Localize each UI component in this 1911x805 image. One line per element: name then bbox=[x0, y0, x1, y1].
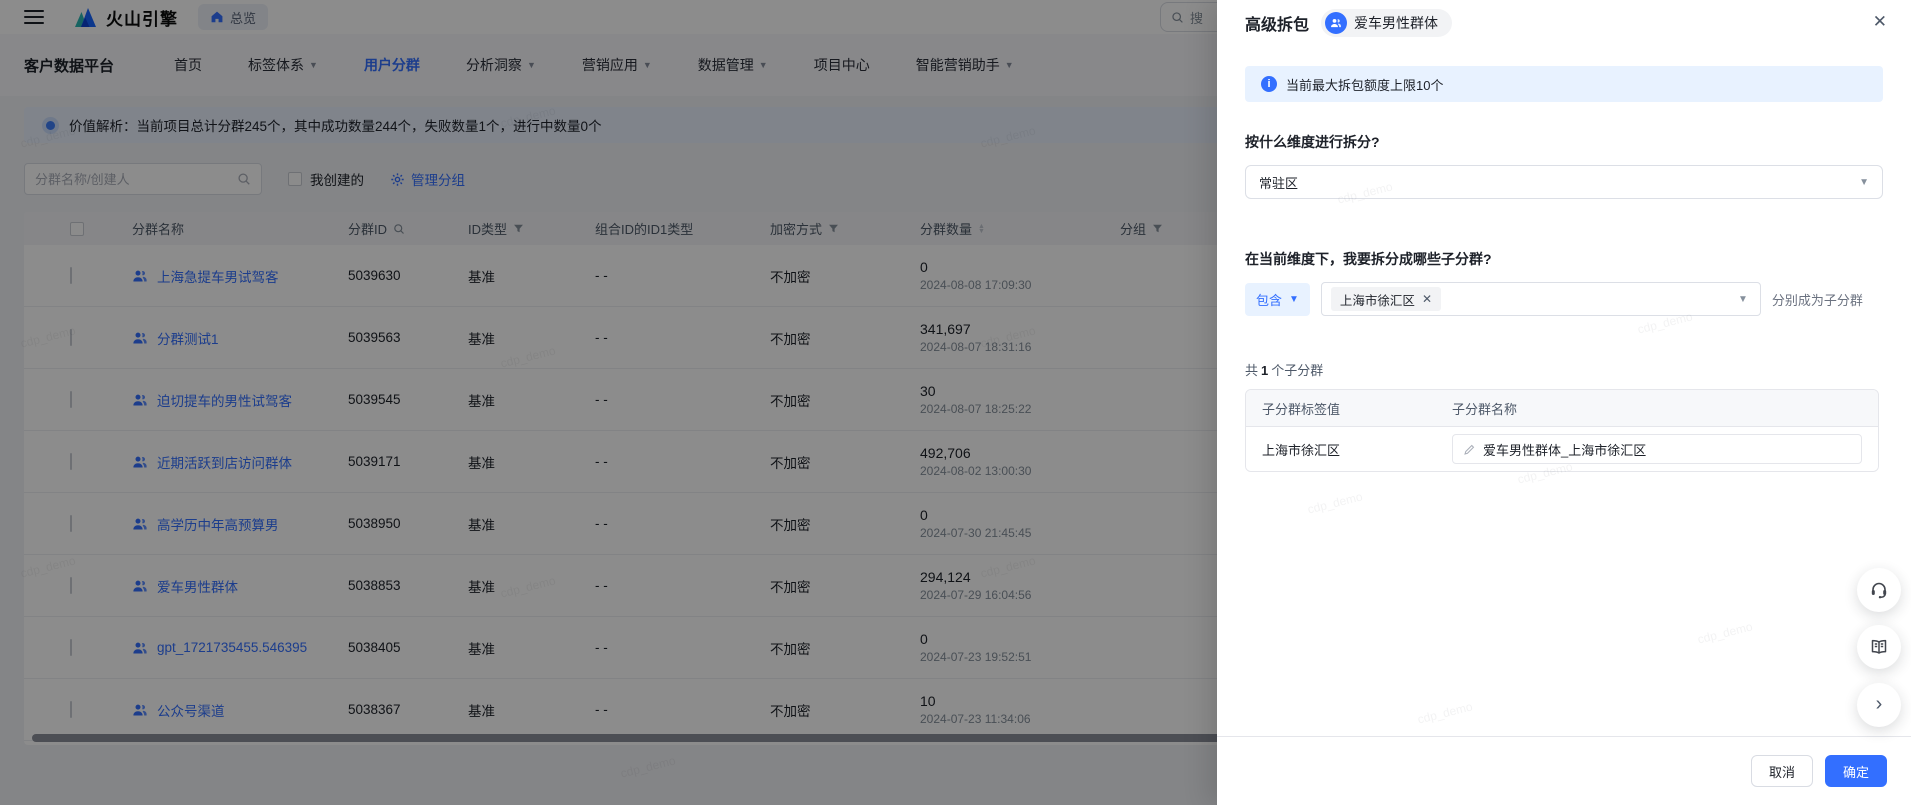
headset-icon bbox=[1869, 580, 1889, 600]
subgroup-table-row: 上海市徐汇区 爱车男性群体_上海市徐汇区 bbox=[1246, 426, 1878, 471]
users-icon bbox=[1325, 12, 1347, 34]
close-icon[interactable]: ✕ bbox=[1873, 12, 1887, 32]
drawer-header: 高级拆包 爱车男性群体 ✕ bbox=[1217, 0, 1911, 46]
quota-alert: i 当前最大拆包额度上限10个 bbox=[1245, 66, 1883, 102]
audience-badge: 爱车男性群体 bbox=[1321, 9, 1452, 37]
drawer-footer: 取消 确定 bbox=[1217, 736, 1911, 805]
chevron-down-icon: ▼ bbox=[1859, 177, 1869, 188]
info-icon: i bbox=[1261, 76, 1277, 92]
pencil-icon bbox=[1463, 443, 1476, 456]
confirm-button[interactable]: 确定 bbox=[1825, 755, 1887, 787]
subgroups-question: 在当前维度下，我要拆分成哪些子分群? bbox=[1245, 249, 1883, 269]
subgroup-values-multiselect[interactable]: 上海市徐汇区 ✕ ▼ bbox=[1321, 282, 1761, 316]
collapse-fab[interactable]: › bbox=[1857, 683, 1901, 727]
dimension-question: 按什么维度进行拆分? bbox=[1245, 132, 1883, 152]
condition-suffix: 分别成为子分群 bbox=[1772, 290, 1863, 309]
chevron-right-icon: › bbox=[1876, 694, 1883, 714]
drawer-body: i 当前最大拆包额度上限10个 按什么维度进行拆分? 常驻区 ▼ 在当前维度下，… bbox=[1217, 66, 1911, 472]
subgroup-label-value: 上海市徐汇区 bbox=[1246, 440, 1436, 459]
subgroup-name-input[interactable]: 爱车男性群体_上海市徐汇区 bbox=[1452, 434, 1862, 464]
value-tag: 上海市徐汇区 ✕ bbox=[1331, 287, 1441, 311]
audience-name: 爱车男性群体 bbox=[1354, 13, 1438, 33]
col-subgroup-label: 子分群标签值 bbox=[1246, 399, 1436, 418]
chevron-down-icon: ▼ bbox=[1289, 294, 1299, 305]
subgroup-summary: 共1个子分群 bbox=[1245, 360, 1883, 379]
subgroup-table: 子分群标签值 子分群名称 上海市徐汇区 爱车男性群体_上海市徐汇区 bbox=[1245, 389, 1879, 472]
drawer-title: 高级拆包 bbox=[1245, 11, 1309, 35]
support-fab[interactable] bbox=[1857, 568, 1901, 612]
dimension-select[interactable]: 常驻区 ▼ bbox=[1245, 165, 1883, 199]
book-icon bbox=[1869, 637, 1889, 657]
advanced-split-drawer: 高级拆包 爱车男性群体 ✕ i 当前最大拆包额度上限10个 按什么维度进行拆分?… bbox=[1217, 0, 1911, 805]
subgroup-table-header: 子分群标签值 子分群名称 bbox=[1246, 390, 1878, 426]
condition-row: 包含 ▼ 上海市徐汇区 ✕ ▼ 分别成为子分群 bbox=[1245, 282, 1883, 316]
cancel-button[interactable]: 取消 bbox=[1751, 755, 1813, 787]
remove-tag-icon[interactable]: ✕ bbox=[1422, 292, 1432, 306]
col-subgroup-name: 子分群名称 bbox=[1436, 399, 1878, 418]
docs-fab[interactable] bbox=[1857, 625, 1901, 669]
app-stage: 火山引擎 总览 搜 客户数据平台 首页 标签体系▼ 用户分群 分析洞察▼ 营销应… bbox=[0, 0, 1911, 805]
chevron-down-icon: ▼ bbox=[1738, 294, 1748, 305]
dimension-value: 常驻区 bbox=[1259, 173, 1298, 192]
operator-select[interactable]: 包含 ▼ bbox=[1245, 283, 1310, 316]
quota-alert-text: 当前最大拆包额度上限10个 bbox=[1286, 75, 1443, 94]
